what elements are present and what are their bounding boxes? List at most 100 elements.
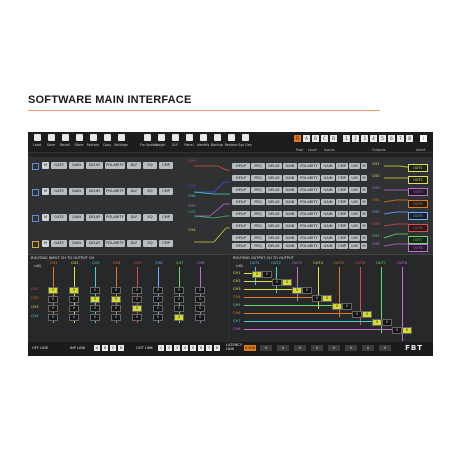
output-lim-button[interactable]: LIM <box>349 243 360 249</box>
routing-gain-cell[interactable]: 0 <box>69 314 79 321</box>
routing-gain-cell[interactable]: 0 <box>332 303 342 310</box>
input-m-button[interactable]: M <box>42 162 49 169</box>
routing-gain-cell[interactable]: 0 <box>174 287 184 294</box>
input-link-key[interactable]: A <box>94 345 100 351</box>
output-port[interactable]: OUT1 <box>408 164 428 172</box>
channel-select-checkbox[interactable] <box>32 163 39 170</box>
output-cmp-button[interactable]: CMP <box>336 187 348 193</box>
input-cmp-button[interactable]: CMP <box>159 214 173 221</box>
routing-gain-cell[interactable]: 0 <box>262 271 272 278</box>
output-gain-button[interactable]: GAIN <box>321 187 335 193</box>
output-peq-button[interactable]: PEQ <box>251 235 265 241</box>
output-delay-button[interactable]: DELAY <box>266 211 282 217</box>
output-peq-button[interactable]: PEQ <box>251 243 265 249</box>
output-peq-button[interactable]: PEQ <box>251 187 265 193</box>
routing-gain-cell[interactable]: 0 <box>195 287 205 294</box>
routing-gain-cell[interactable]: 0 <box>90 305 100 312</box>
output-delay-button[interactable]: DELAY <box>266 175 282 181</box>
routing-gain-cell[interactable]: 0 <box>48 305 58 312</box>
input-delay-button[interactable]: DELAY <box>86 240 103 247</box>
latency-key[interactable]: 0 <box>328 345 340 351</box>
output-peq-button[interactable]: PEQ <box>251 199 265 205</box>
output-m-button[interactable]: M <box>361 187 367 193</box>
input-dlf-button[interactable]: DLF <box>127 188 141 195</box>
input-dlf-button[interactable]: DLF <box>127 240 141 247</box>
input-polarity-button[interactable]: POLARITY <box>105 214 125 221</box>
routing-gain-cell[interactable]: 0 <box>90 296 100 303</box>
routing-gain-cell[interactable]: 0 <box>174 314 184 321</box>
output-link-key[interactable]: 2 <box>166 345 172 351</box>
output-polarity-button[interactable]: POLARITY <box>298 235 320 241</box>
output-link-key[interactable]: 1 <box>158 345 164 351</box>
output-hp-lp-button[interactable]: HP/LP <box>232 243 250 249</box>
input-gain-button[interactable]: GAIN <box>69 162 84 169</box>
output-gain-button[interactable]: GAIN <box>321 223 335 229</box>
routing-gain-cell[interactable]: 0 <box>132 305 142 312</box>
output-peq-button[interactable]: PEQ <box>251 175 265 181</box>
input-gate-button[interactable]: GATE <box>51 162 67 169</box>
routing-gain-cell[interactable]: 0 <box>352 311 362 318</box>
output-gain-button[interactable]: GAIN <box>321 211 335 217</box>
output-link-key[interactable]: 8 <box>214 345 220 351</box>
routing-gain-cell[interactable]: 0 <box>69 305 79 312</box>
routing-gain-cell[interactable]: 0 <box>292 287 302 294</box>
output-cmp-button[interactable]: CMP <box>336 199 348 205</box>
routing-gain-cell[interactable]: 0 <box>382 319 392 326</box>
latency-key[interactable]: 0 <box>362 345 374 351</box>
routing-gain-cell[interactable]: 0 <box>195 305 205 312</box>
routing-gain-cell[interactable]: 0 <box>111 287 121 294</box>
latency-key[interactable]: 0 <box>311 345 323 351</box>
output-peq-button[interactable]: PEQ <box>251 163 265 169</box>
routing-gain-cell[interactable]: 0 <box>90 314 100 321</box>
output-port[interactable]: OUT8 <box>408 244 428 252</box>
output-gain-button[interactable]: GAIN <box>283 235 297 241</box>
output-cmp-button[interactable]: CMP <box>336 223 348 229</box>
routing-gain-cell[interactable]: 0 <box>132 296 142 303</box>
routing-gain-cell[interactable]: 0 <box>302 287 312 294</box>
output-gain-button[interactable]: GAIN <box>321 199 335 205</box>
output-link-key[interactable]: 7 <box>206 345 212 351</box>
input-eq-button[interactable]: EQ <box>143 188 157 195</box>
output-port[interactable]: OUT2 <box>408 176 428 184</box>
output-delay-button[interactable]: DELAY <box>266 163 282 169</box>
output-polarity-button[interactable]: POLARITY <box>298 163 320 169</box>
input-delay-button[interactable]: DELAY <box>86 188 103 195</box>
output-lim-button[interactable]: LIM <box>349 187 360 193</box>
routing-gain-cell[interactable]: 0 <box>195 296 205 303</box>
output-cmp-button[interactable]: CMP <box>336 235 348 241</box>
output-polarity-button[interactable]: POLARITY <box>298 223 320 229</box>
output-link-key[interactable]: 6 <box>198 345 204 351</box>
input-polarity-button[interactable]: POLARITY <box>105 240 125 247</box>
input-cmp-button[interactable]: CMP <box>159 240 173 247</box>
output-link-key[interactable]: 3 <box>174 345 180 351</box>
latency-key[interactable]: 0 <box>379 345 391 351</box>
routing-gain-cell[interactable]: 0 <box>69 287 79 294</box>
output-delay-button[interactable]: DELAY <box>266 243 282 249</box>
routing-gain-cell[interactable]: 0 <box>48 314 58 321</box>
routing-gain-cell[interactable]: 0 <box>132 287 142 294</box>
routing-gain-cell[interactable]: 0 <box>312 295 322 302</box>
routing-gain-cell[interactable]: 0 <box>90 287 100 294</box>
routing-gain-cell[interactable]: 0 <box>272 279 282 286</box>
output-m-button[interactable]: M <box>361 243 367 249</box>
output-cmp-button[interactable]: CMP <box>336 243 348 249</box>
latency-key[interactable]: 0 <box>260 345 272 351</box>
output-port[interactable]: OUT4 <box>408 200 428 208</box>
input-delay-button[interactable]: DELAY <box>86 214 103 221</box>
input-delay-button[interactable]: DELAY <box>86 162 103 169</box>
output-m-button[interactable]: M <box>361 211 367 217</box>
output-lim-button[interactable]: LIM <box>349 175 360 181</box>
input-eq-button[interactable]: EQ <box>143 240 157 247</box>
output-gain-button[interactable]: GAIN <box>283 163 297 169</box>
input-eq-button[interactable]: EQ <box>143 214 157 221</box>
output-hp-lp-button[interactable]: HP/LP <box>232 187 250 193</box>
input-dlf-button[interactable]: DLF <box>127 214 141 221</box>
output-link-key[interactable]: 4 <box>182 345 188 351</box>
output-gain-button[interactable]: GAIN <box>321 243 335 249</box>
output-m-button[interactable]: M <box>361 163 367 169</box>
routing-gain-cell[interactable]: 0 <box>195 314 205 321</box>
output-port[interactable]: OUT3 <box>408 188 428 196</box>
latency-key[interactable]: 0 <box>277 345 289 351</box>
output-delay-button[interactable]: DELAY <box>266 235 282 241</box>
output-hp-lp-button[interactable]: HP/LP <box>232 235 250 241</box>
